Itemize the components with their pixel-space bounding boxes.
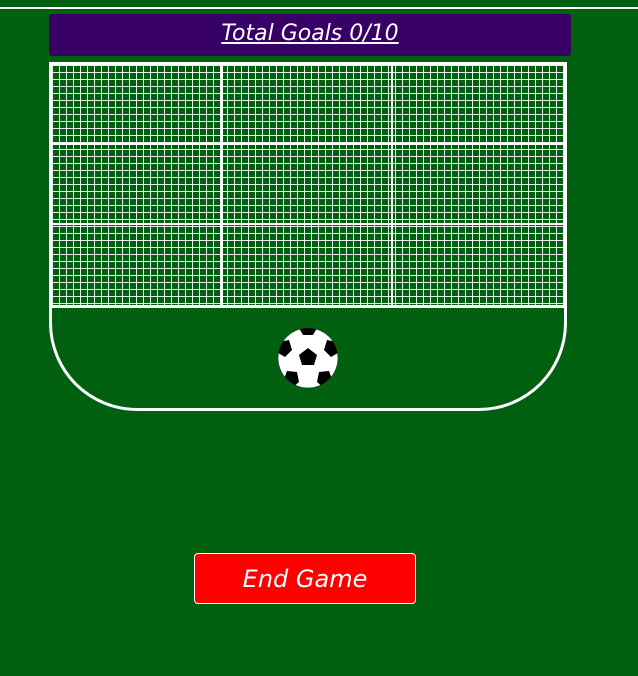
goal-zone-top-right[interactable]	[393, 65, 564, 145]
goal-zone-top-center[interactable]	[222, 65, 394, 145]
goal-zone-bottom-right[interactable]	[393, 225, 564, 305]
goal-zone-bottom-center[interactable]	[223, 225, 394, 305]
total-goals-label: Total Goals 0/10	[221, 21, 399, 46]
soccer-ball-icon[interactable]	[277, 327, 339, 389]
goal-zone-top-left[interactable]	[52, 65, 223, 145]
goal-zone-bottom-left[interactable]	[52, 225, 223, 305]
goal-net	[49, 62, 567, 308]
goal-zone-middle-right[interactable]	[393, 145, 564, 225]
total-goals-banner: Total Goals 0/10	[49, 14, 571, 56]
end-game-button[interactable]: End Game	[194, 553, 416, 604]
goal-zone-middle-center[interactable]	[222, 145, 394, 225]
goal-zone-middle-left[interactable]	[52, 145, 223, 225]
top-divider-line	[0, 7, 638, 9]
